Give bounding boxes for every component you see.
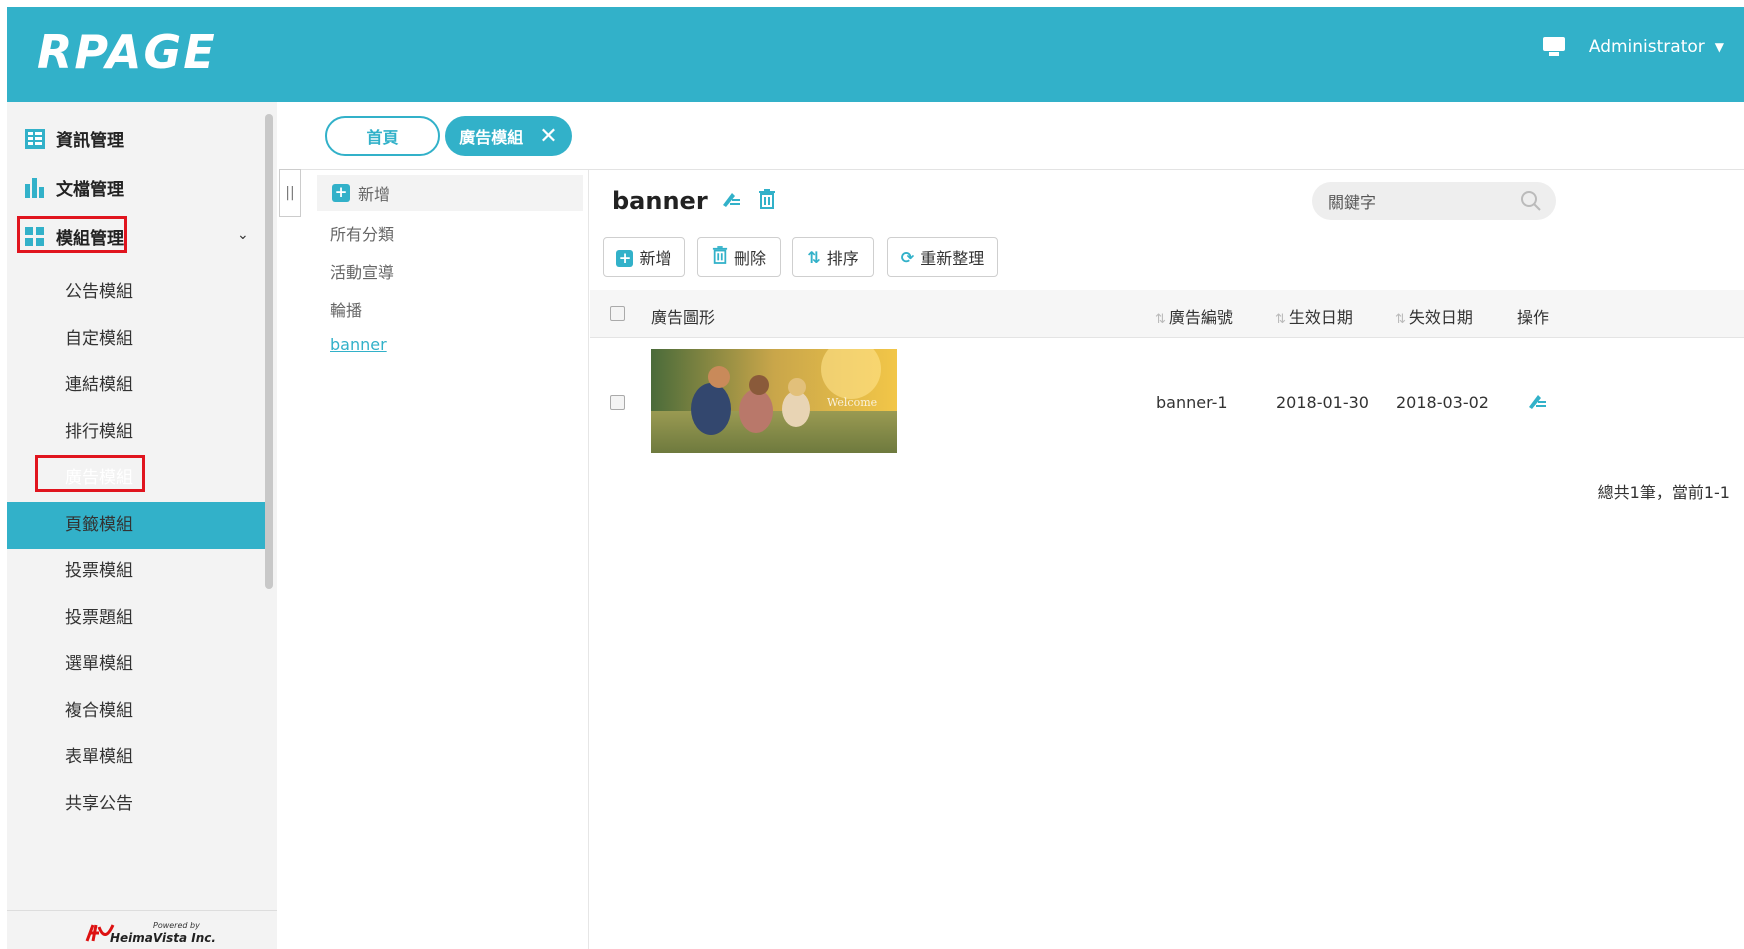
- column-label: 生效日期: [1288, 308, 1353, 327]
- sidebar-item-docs[interactable]: 文檔管理: [25, 175, 124, 200]
- trash-icon[interactable]: [758, 187, 776, 215]
- category-panel: + 新增 所有分類 活動宣導 輪播 banner: [317, 170, 589, 949]
- sidebar-subitem[interactable]: 投票模組: [65, 556, 133, 581]
- column-label: 失效日期: [1408, 308, 1473, 327]
- sidebar-subitem-active[interactable]: 廣告模組: [65, 463, 133, 488]
- tab-bar: 首頁 廣告模組 ✕: [297, 102, 1744, 170]
- sidebar-active-highlight: [7, 502, 270, 549]
- sidebar-subitem[interactable]: 頁籤模組: [65, 510, 133, 535]
- chevron-down-icon[interactable]: ⌄: [237, 227, 249, 243]
- page-title: banner: [612, 187, 776, 215]
- column-label: 廣告編號: [1168, 308, 1233, 327]
- tab-label: 廣告模組: [459, 128, 524, 147]
- powered-by-brand: HeimaVista Inc.: [110, 931, 216, 945]
- sidebar-subitem[interactable]: 連結模組: [65, 370, 133, 395]
- table-row: Welcome banner-1 2018-01-30 2018-03-02: [590, 339, 1744, 469]
- sort-label: 排序: [826, 249, 859, 268]
- add-label: 新增: [358, 185, 391, 204]
- powered-by-logo: Powered by HeimaVista Inc.: [7, 910, 277, 949]
- delete-button[interactable]: 刪除: [697, 237, 781, 277]
- edit-icon[interactable]: [720, 187, 742, 215]
- add-label: 新增: [639, 249, 672, 268]
- column-end[interactable]: ⇅ 失效日期: [1395, 304, 1473, 328]
- app-logo[interactable]: RPAGE: [37, 25, 217, 79]
- sidebar-subitem[interactable]: 排行模組: [65, 417, 133, 442]
- refresh-label: 重新整理: [920, 249, 985, 268]
- category-item-banner[interactable]: banner: [330, 335, 387, 354]
- sidebar-item-modules[interactable]: 模組管理: [25, 224, 124, 249]
- banner-caption: Welcome: [827, 396, 877, 409]
- sort-icon: ⇅: [1155, 312, 1166, 327]
- caret-down-icon: ▼: [1714, 40, 1724, 54]
- sidebar: 資訊管理 文檔管理 模組管理 ⌄ 公告模組 自定模組 連結模組 排行模組 廣告模…: [7, 102, 277, 949]
- cell-end: 2018-03-02: [1396, 393, 1489, 412]
- sidebar-subitem[interactable]: 投票題組: [65, 603, 133, 628]
- column-start[interactable]: ⇅ 生效日期: [1275, 304, 1353, 328]
- user-menu[interactable]: Administrator ▼: [1542, 37, 1724, 57]
- sidebar-subitem[interactable]: 自定模組: [65, 324, 133, 349]
- sidebar-subitem[interactable]: 共享公告: [65, 789, 133, 814]
- category-item[interactable]: 輪播: [330, 297, 362, 321]
- sidebar-scroll-track: [290, 102, 304, 912]
- cell-code: banner-1: [1156, 393, 1228, 412]
- select-all-checkbox[interactable]: [610, 306, 625, 321]
- edit-icon[interactable]: [1526, 391, 1548, 415]
- refresh-button[interactable]: ⟳ 重新整理: [887, 237, 998, 277]
- refresh-icon: ⟳: [900, 247, 915, 267]
- table-header: 廣告圖形 ⇅ 廣告編號 ⇅ 生效日期 ⇅ 失效日期 操作: [590, 290, 1744, 338]
- sidebar-subitem[interactable]: 選單模組: [65, 649, 133, 674]
- search-placeholder: 關鍵字: [1328, 193, 1377, 212]
- sort-button[interactable]: ⇅ 排序: [792, 237, 874, 277]
- collapse-panel-button[interactable]: ||: [279, 169, 301, 217]
- sidebar-item-info[interactable]: 資訊管理: [25, 126, 124, 151]
- column-image: 廣告圖形: [651, 308, 716, 327]
- title-text: banner: [612, 187, 708, 215]
- column-code[interactable]: ⇅ 廣告編號: [1155, 304, 1233, 328]
- banner-thumbnail[interactable]: Welcome: [651, 349, 897, 453]
- user-name: Administrator: [1588, 37, 1705, 57]
- category-item[interactable]: 活動宣導: [330, 259, 394, 283]
- delete-label: 刪除: [733, 249, 766, 268]
- close-icon[interactable]: ✕: [539, 124, 557, 149]
- record-count: 總共1筆，當前1-1: [1597, 483, 1730, 502]
- search-input[interactable]: 關鍵字: [1312, 182, 1556, 220]
- tab-label: 首頁: [366, 128, 399, 147]
- sidebar-subitem[interactable]: 公告模組: [65, 277, 133, 302]
- top-header: RPAGE Administrator ▼: [7, 7, 1744, 102]
- add-category-button[interactable]: + 新增: [317, 175, 583, 211]
- handle-icon: ||: [285, 185, 295, 201]
- sort-icon: ⇅: [1395, 312, 1406, 327]
- tab-home[interactable]: 首頁: [325, 116, 440, 156]
- sort-icon: ⇅: [1275, 312, 1286, 327]
- sidebar-item-label: 文檔管理: [56, 180, 124, 200]
- bar-chart-icon: [25, 177, 45, 198]
- row-checkbox[interactable]: [610, 395, 625, 410]
- main-panel: banner 關鍵字 + 新增 刪除 ⇅ 排序 ⟳ 重新整理 廣告圖形 ⇅ 廣告…: [590, 170, 1744, 949]
- sort-icon: ⇅: [807, 247, 821, 267]
- grid-icon: [25, 226, 45, 247]
- sidebar-subitem[interactable]: 複合模組: [65, 696, 133, 721]
- plus-icon: +: [332, 184, 350, 202]
- search-icon[interactable]: [1520, 190, 1542, 216]
- list-icon: [25, 128, 45, 149]
- add-button[interactable]: + 新增: [603, 237, 685, 277]
- powered-by-small: Powered by: [153, 921, 200, 930]
- plus-icon: +: [616, 248, 634, 267]
- cell-start: 2018-01-30: [1276, 393, 1369, 412]
- column-action: 操作: [1517, 308, 1550, 327]
- app-window: RPAGE Administrator ▼ 資訊管理 文檔管理 模組管理 ⌄ 公…: [7, 7, 1744, 949]
- trash-icon: [712, 246, 728, 268]
- category-item[interactable]: 所有分類: [330, 221, 394, 245]
- sidebar-subitem[interactable]: 表單模組: [65, 742, 133, 767]
- sidebar-item-label: 模組管理: [56, 229, 124, 249]
- tab-ad-module[interactable]: 廣告模組 ✕: [445, 116, 572, 156]
- monitor-icon: [1542, 37, 1565, 57]
- sidebar-item-label: 資訊管理: [56, 131, 124, 151]
- sidebar-scrollbar[interactable]: [265, 114, 273, 589]
